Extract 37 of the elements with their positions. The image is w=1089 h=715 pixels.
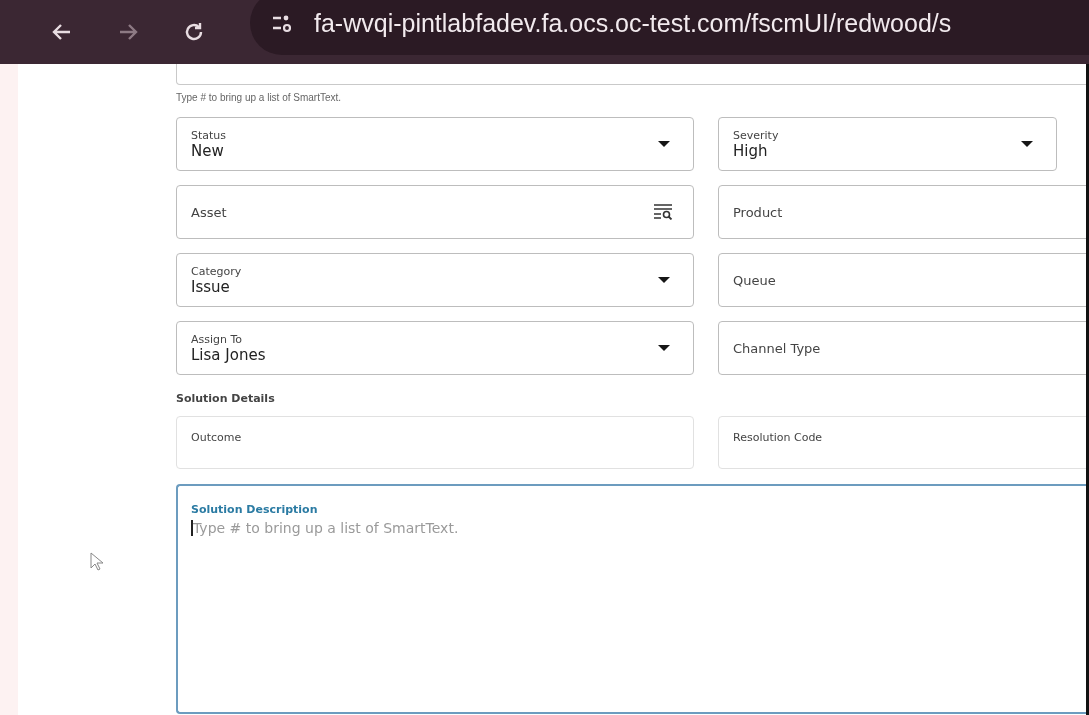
input-field[interactable]: Channel Type bbox=[718, 321, 1086, 375]
field-label: Product bbox=[733, 204, 784, 220]
field-value: High bbox=[733, 141, 769, 160]
caret-icon[interactable] bbox=[657, 344, 671, 352]
search-list-icon[interactable] bbox=[653, 204, 673, 220]
select-field[interactable]: Category Issue bbox=[176, 253, 694, 307]
text-field[interactable] bbox=[176, 64, 1086, 85]
section-heading: Solution Details bbox=[176, 392, 276, 405]
field-label: Asset bbox=[191, 204, 228, 220]
select-field[interactable]: Assign To Lisa Jones bbox=[176, 321, 694, 375]
caret-icon[interactable] bbox=[657, 140, 671, 148]
select-field[interactable]: Status New bbox=[176, 117, 694, 171]
address-bar[interactable]: fa-wvqi-pintlabfadev.fa.ocs.oc-test.com/fscmUI/redwood/s bbox=[250, 0, 1089, 55]
placeholder-text: Type # to bring up a list of SmartText. bbox=[191, 520, 459, 536]
input-field[interactable]: Asset bbox=[176, 185, 694, 239]
mouse-pointer-icon[interactable] bbox=[90, 552, 106, 572]
input-field[interactable]: Product bbox=[718, 185, 1086, 239]
field-label: Assign To bbox=[191, 332, 244, 346]
select-field[interactable]: Severity High bbox=[718, 117, 1057, 171]
field-label: Category bbox=[191, 264, 243, 278]
field-value: Issue bbox=[191, 277, 231, 296]
field-label: Channel Type bbox=[733, 340, 822, 356]
caret-icon[interactable] bbox=[1020, 140, 1034, 148]
field-value: New bbox=[191, 141, 225, 160]
field-label: Solution Description bbox=[191, 503, 318, 516]
field-label: Resolution Code bbox=[733, 431, 823, 444]
field-label: Outcome bbox=[191, 431, 242, 444]
input-field[interactable]: Outcome bbox=[176, 416, 694, 469]
caret-icon[interactable] bbox=[657, 276, 671, 284]
input-field[interactable]: Queue bbox=[718, 253, 1086, 307]
input-field[interactable]: Resolution Code bbox=[718, 416, 1086, 469]
field-label: Status bbox=[191, 128, 228, 142]
field-value: Lisa Jones bbox=[191, 345, 267, 364]
url-text: fa-wvqi-pintlabfadev.fa.ocs.oc-test.com/fscmUI/redwood/s bbox=[314, 8, 952, 38]
field-label: Severity bbox=[733, 128, 780, 142]
field-label: Queue bbox=[733, 272, 777, 288]
helper-text: Type # to bring up a list of SmartText. bbox=[176, 92, 343, 103]
